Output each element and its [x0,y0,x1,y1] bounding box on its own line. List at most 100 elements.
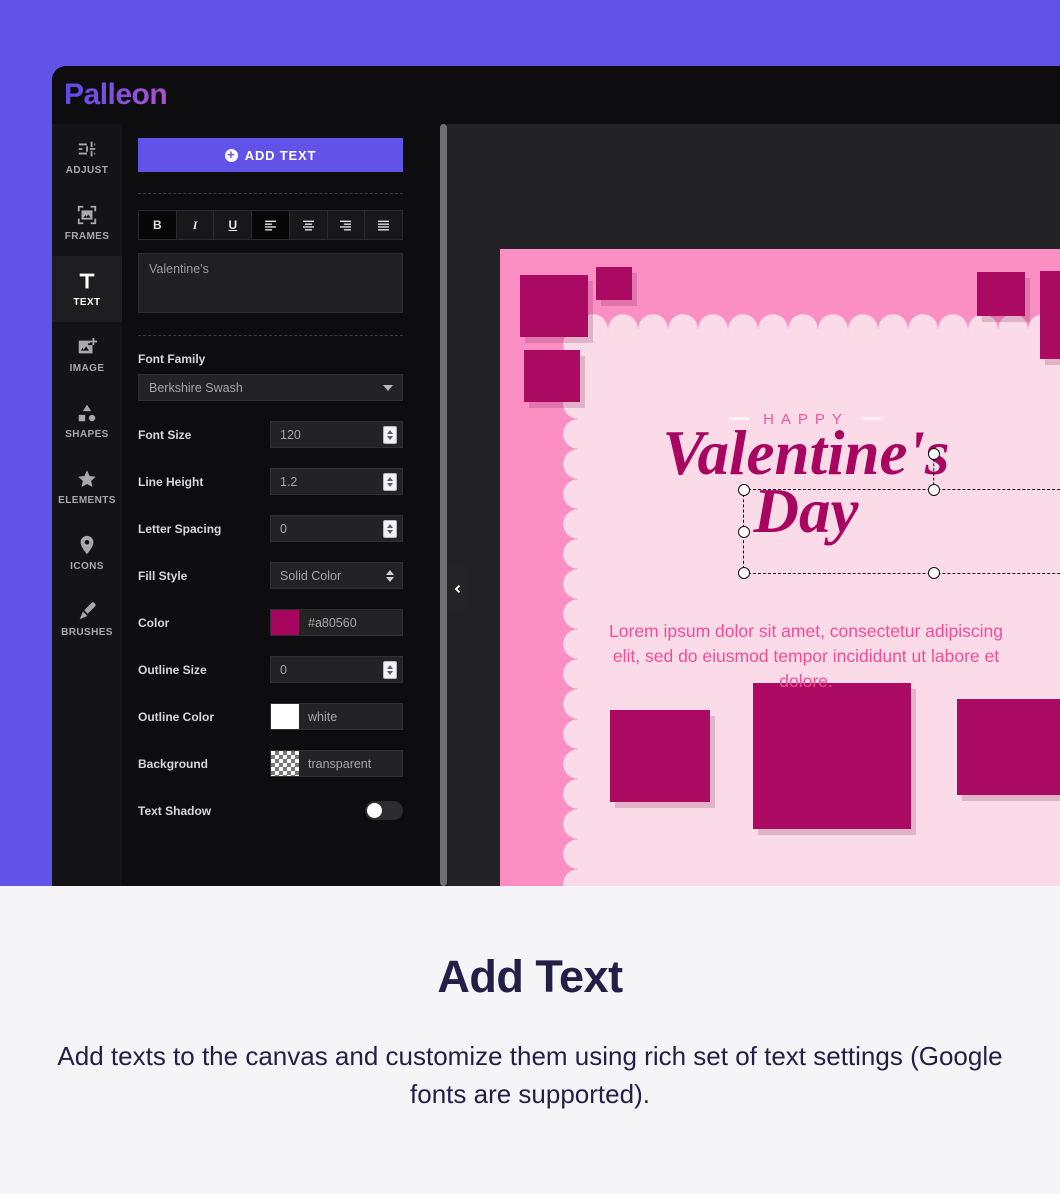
transparent-swatch[interactable] [271,751,299,776]
sidebar-item-brushes[interactable]: BRUSHES [52,586,122,652]
letter-spacing-row: Letter Spacing 0 [138,515,403,542]
app-titlebar: Palleon [52,66,1060,124]
heart-shape [979,273,1023,316]
text-settings-panel: + ADD TEXT B I U Valentine's Font Family… [122,124,440,886]
heart-shape [523,277,585,337]
star-icon [76,468,98,490]
sidebar-item-shapes[interactable]: SHAPES [52,388,122,454]
color-row: Color #a80560 [138,609,403,636]
line-height-row: Line Height 1.2 [138,468,403,495]
card-body-text[interactable]: Lorem ipsum dolor sit amet, consectetur … [600,619,1012,694]
background-color-picker[interactable]: transparent [270,750,403,777]
outline-color-picker[interactable]: white [270,703,403,730]
letter-spacing-input[interactable]: 0 [270,515,403,542]
sidebar-item-label: TEXT [73,297,101,308]
frame-icon [76,204,98,226]
italic-button[interactable]: I [175,210,215,240]
line-height-stepper[interactable] [383,472,397,491]
map-pin-icon [76,534,98,556]
background-row: Background transparent [138,750,403,777]
outline-size-value: 0 [280,662,287,677]
valentine-card[interactable]: HAPPY Valentine's Day Lorem ipsum dolor … [500,249,1060,886]
align-left-icon [265,220,276,230]
align-justify-button[interactable] [364,210,404,240]
fill-style-select[interactable]: Solid Color [270,562,403,589]
resize-handle-bottom-center[interactable] [928,567,940,579]
heart-icon [610,710,710,802]
font-family-select[interactable]: Berkshire Swash [138,374,403,401]
rotate-handle[interactable] [928,448,940,460]
divider [138,335,403,336]
align-center-button[interactable] [288,210,328,240]
color-swatch[interactable] [271,610,299,635]
bold-button[interactable]: B [138,210,177,240]
panel-scrollbar[interactable] [440,124,447,886]
outline-size-label: Outline Size [138,662,207,677]
fill-style-label: Fill Style [138,568,188,583]
font-size-label: Font Size [138,427,192,442]
line-height-value: 1.2 [280,474,298,489]
toggle-knob [367,803,382,818]
letter-spacing-value: 0 [280,521,287,536]
app-window: Palleon ADJUST FRAMES TEXT IMAGE SHAPES … [52,66,1060,886]
collapse-panel-button[interactable] [447,565,469,613]
sidebar-item-frames[interactable]: FRAMES [52,190,122,256]
panel-scrollbar-thumb[interactable] [440,124,447,886]
align-left-button[interactable] [251,210,290,240]
heart-icon [957,699,1060,795]
outline-size-stepper[interactable] [383,660,397,679]
heart-icon [596,267,632,300]
heart-shape [614,713,706,802]
underline-button[interactable]: U [213,210,253,240]
sidebar-item-label: ELEMENTS [58,495,116,506]
sidebar-item-label: SHAPES [65,429,109,440]
sidebar-item-icons[interactable]: ICONS [52,520,122,586]
color-picker[interactable]: #a80560 [270,609,403,636]
bold-label: B [153,218,162,232]
italic-label: I [192,217,198,232]
font-size-input[interactable]: 120 [270,421,403,448]
resize-handle-top-center[interactable] [928,484,940,496]
canvas-stage[interactable]: HAPPY Valentine's Day Lorem ipsum dolor … [447,124,1060,886]
align-right-icon [340,220,352,230]
font-family-label: Font Family [138,352,206,366]
add-text-button[interactable]: + ADD TEXT [138,138,403,172]
caption-description: Add texts to the canvas and customize th… [57,1041,1003,1110]
font-size-row: Font Size 120 [138,421,403,448]
selection-box[interactable] [738,448,1060,579]
resize-handle-bottom-left[interactable] [738,567,750,579]
chevron-left-icon [454,585,461,593]
sidebar-item-label: ADJUST [65,165,109,176]
background-label: Background [138,756,209,771]
heart-shape [526,352,578,402]
font-family-value: Berkshire Swash [149,380,243,395]
align-right-button[interactable] [326,210,366,240]
heart-icon [524,350,580,402]
heart-shape [1044,276,1060,333]
line-height-input[interactable]: 1.2 [270,468,403,495]
heart-icon [977,272,1025,316]
align-justify-icon [378,220,390,230]
caption-title: Add Text [437,951,623,1002]
left-icon-rail: ADJUST FRAMES TEXT IMAGE SHAPES ELEMENTS… [52,124,122,886]
sidebar-item-text[interactable]: TEXT [52,256,122,322]
sidebar-item-elements[interactable]: ELEMENTS [52,454,122,520]
resize-handle-top-left[interactable] [738,484,750,496]
sidebar-item-image[interactable]: IMAGE [52,322,122,388]
font-size-value: 120 [280,427,301,442]
letter-spacing-stepper[interactable] [383,519,397,538]
text-shadow-toggle[interactable] [365,801,403,820]
text-t-icon [76,270,98,292]
sidebar-item-label: FRAMES [64,231,110,242]
image-plus-icon [76,336,98,358]
text-content-input[interactable] [138,253,403,313]
outline-color-swatch[interactable] [271,704,299,729]
font-size-stepper[interactable] [383,425,397,444]
heart-shape [760,689,904,828]
outline-size-input[interactable]: 0 [270,656,403,683]
resize-handle-middle-left[interactable] [738,525,750,538]
sidebar-item-adjust[interactable]: ADJUST [52,124,122,190]
chevron-updown-icon [386,569,394,582]
outline-color-value: white [308,709,338,724]
align-center-icon [302,220,314,230]
